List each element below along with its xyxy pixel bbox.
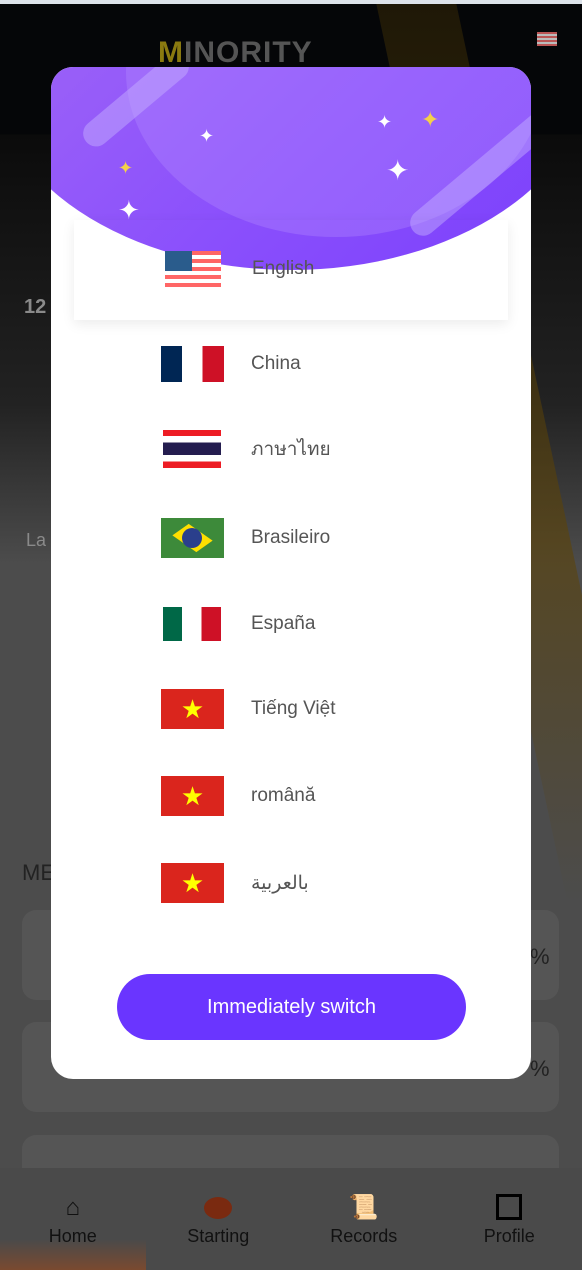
vietnam-flag-icon: ★ (161, 863, 224, 903)
nav-starting[interactable]: Starting (146, 1168, 292, 1270)
nav-label: Home (48, 1226, 97, 1246)
nav-records[interactable]: 📜 Records (291, 1168, 437, 1270)
language-option-vietnamese[interactable]: ★ Tiếng Việt (161, 688, 336, 730)
profile-card-icon (496, 1194, 523, 1222)
start-here-icon (204, 1194, 233, 1222)
sparkle-icon: ✦ (386, 155, 410, 186)
us-flag-icon (165, 251, 221, 287)
language-flag-button[interactable] (537, 32, 557, 46)
language-option-romana[interactable]: ★ română (161, 775, 315, 817)
language-label: Brasileiro (251, 527, 331, 548)
language-label: España (251, 613, 316, 634)
language-modal: ✦ ✦ ✦ ✦ ✦ ✦ English China ภาษาไทย Brasil… (51, 67, 531, 1079)
nav-home[interactable]: ⌂ Home (0, 1168, 146, 1270)
language-option-arabic[interactable]: ★ بالعربية (161, 862, 309, 904)
language-option-espana[interactable]: España (161, 603, 315, 645)
nav-label: Records (330, 1226, 398, 1246)
percent-text: % (530, 1056, 550, 1081)
language-label: English (252, 258, 315, 279)
language-label: China (251, 353, 301, 374)
france-flag-icon (161, 346, 224, 382)
sparkle-icon: ✦ (421, 107, 440, 132)
brazil-flag-icon (161, 518, 224, 558)
language-option-english[interactable]: English (165, 248, 314, 290)
language-label: بالعربية (251, 872, 309, 894)
language-option-brasileiro[interactable]: Brasileiro (161, 517, 330, 559)
balance-text: 12 (24, 296, 47, 318)
bottom-nav: ⌂ Home Starting 📜 Records Profile (0, 1168, 582, 1270)
immediately-switch-button[interactable]: Immediately switch (117, 974, 466, 1040)
language-label: română (251, 785, 316, 806)
vietnam-flag-icon: ★ (161, 689, 224, 729)
nav-label: Starting (187, 1226, 250, 1246)
sparkle-icon: ✦ (377, 112, 393, 132)
home-icon: ⌂ (65, 1194, 81, 1221)
thailand-flag-icon (163, 430, 221, 468)
nav-profile[interactable]: Profile (437, 1168, 582, 1270)
nav-label: Profile (483, 1226, 535, 1246)
logo: MINORITY (158, 36, 313, 69)
vietnam-flag-icon: ★ (161, 776, 224, 816)
language-label: ภาษาไทย (251, 439, 331, 460)
language-option-thai[interactable]: ภาษาไทย (161, 428, 331, 470)
scroll-icon: 📜 (348, 1194, 379, 1221)
language-option-china[interactable]: China (161, 343, 301, 385)
language-label: Tiếng Việt (251, 698, 336, 719)
label-text: La (26, 530, 47, 550)
percent-text: % (530, 944, 550, 969)
sparkle-icon: ✦ (199, 126, 215, 146)
mexico-flag-icon (163, 607, 221, 641)
sparkle-icon: ✦ (118, 158, 134, 178)
